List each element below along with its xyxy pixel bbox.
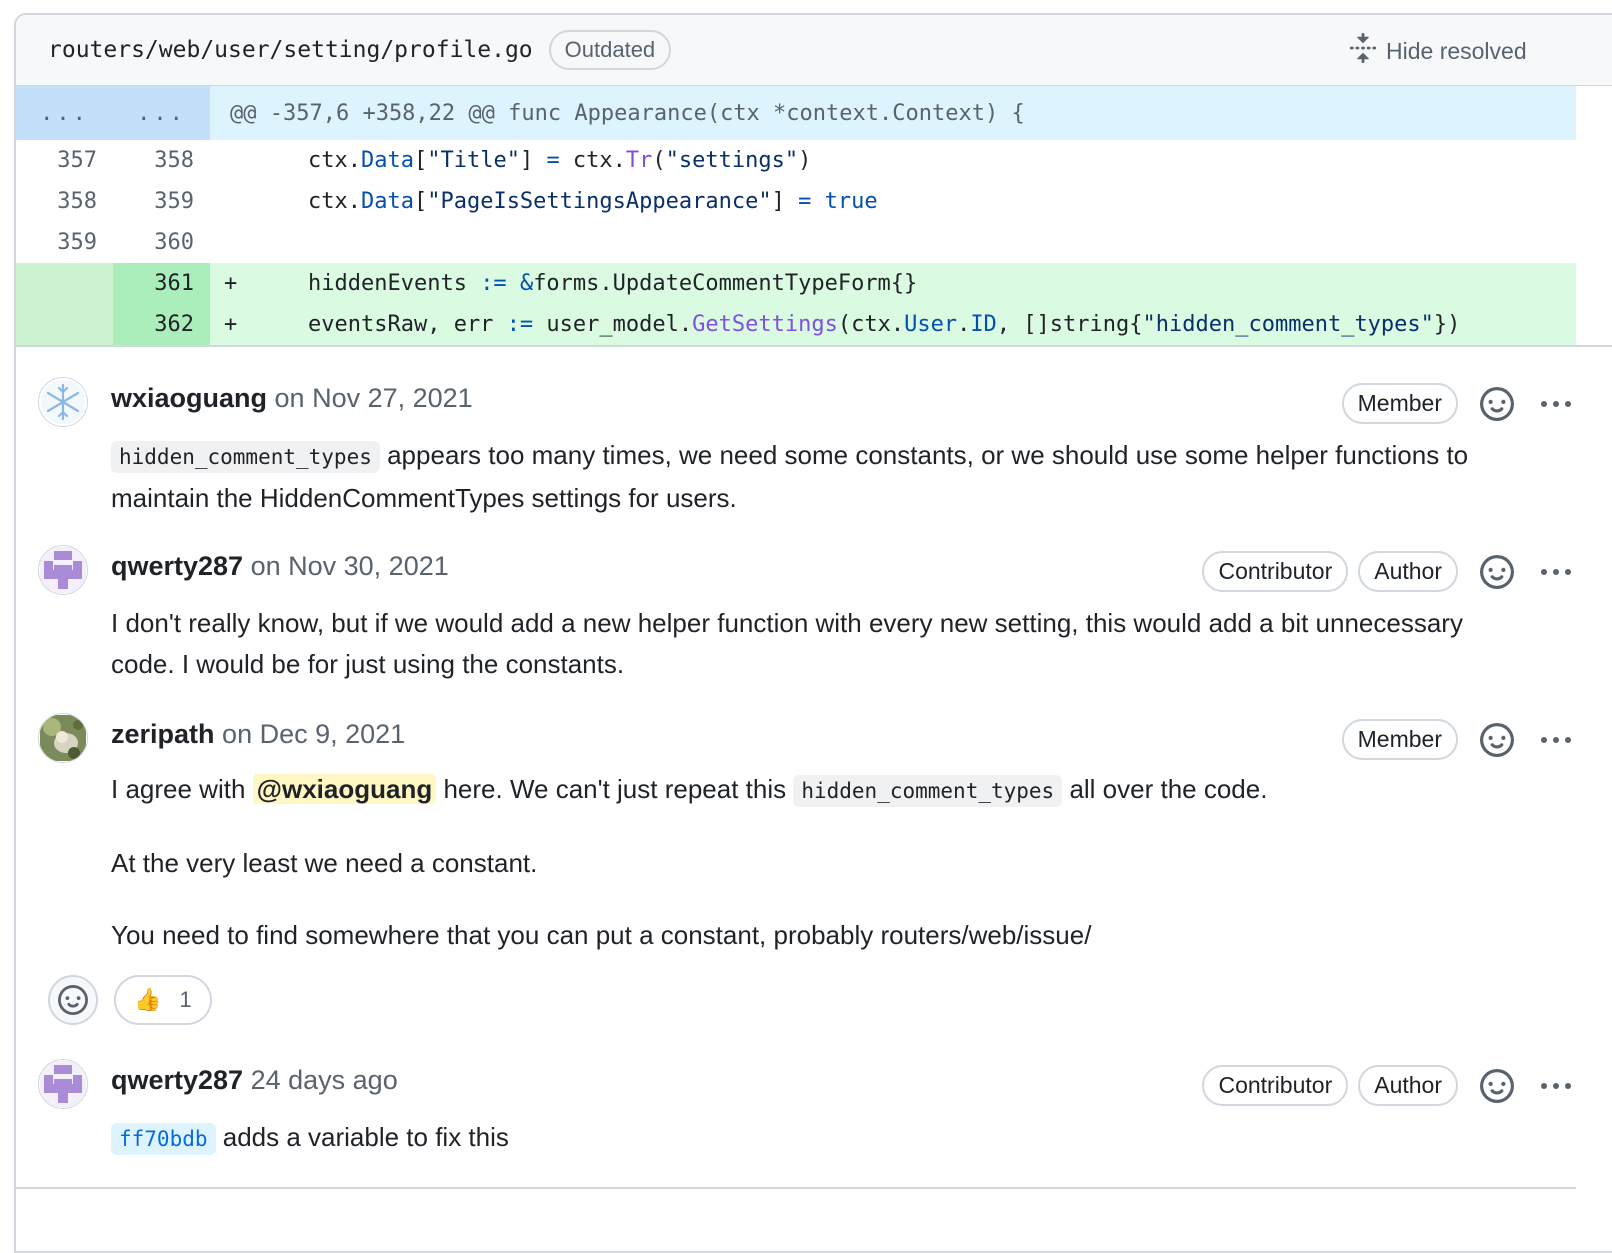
author-badge: Author bbox=[1358, 551, 1458, 592]
comment-actions: Contributor Author bbox=[1192, 1065, 1576, 1106]
comment-text: here. We can't just repeat this bbox=[436, 774, 794, 804]
review-thread: routers/web/user/setting/profile.go Outd… bbox=[14, 13, 1612, 1253]
author-name[interactable]: qwerty287 bbox=[111, 551, 243, 581]
diff-line: 357 358 ctx.Data["Title"] = ctx.Tr("sett… bbox=[16, 140, 1576, 181]
diff-marker: + bbox=[210, 304, 254, 345]
outdated-badge: Outdated bbox=[548, 30, 672, 70]
member-badge: Member bbox=[1341, 383, 1458, 424]
old-line-number[interactable]: 358 bbox=[16, 181, 113, 222]
author-badge: Author bbox=[1358, 1065, 1458, 1106]
old-line-number[interactable] bbox=[16, 304, 113, 345]
comment-header: zeripath on Dec 9, 2021 bbox=[111, 719, 405, 750]
comment-date[interactable]: on Nov 27, 2021 bbox=[275, 383, 473, 413]
smiley-icon[interactable] bbox=[1480, 722, 1514, 757]
code-line: eventsRaw, err := user_model.GetSettings… bbox=[254, 304, 1576, 345]
comment-header: qwerty287 on Nov 30, 2021 bbox=[111, 551, 449, 582]
identicon-avatar-icon bbox=[40, 547, 86, 593]
comment-text: all over the code. bbox=[1062, 774, 1268, 804]
diff-marker bbox=[210, 222, 254, 263]
thumbs-up-icon: 👍 bbox=[134, 987, 162, 1012]
avatar[interactable] bbox=[38, 545, 88, 595]
comment-header: wxiaoguang on Nov 27, 2021 bbox=[111, 383, 473, 414]
identicon-avatar-icon bbox=[40, 1061, 86, 1107]
comment-text: I don't really know, but if we would add… bbox=[111, 608, 1463, 679]
diff-table: ... ... @@ -357,6 +358,22 @@ func Appear… bbox=[16, 86, 1576, 345]
hunk-header-row: ... ... @@ -357,6 +358,22 @@ func Appear… bbox=[16, 86, 1576, 140]
hunk-header: @@ -357,6 +358,22 @@ func Appearance(ctx… bbox=[210, 86, 1576, 140]
avatar[interactable] bbox=[38, 1059, 88, 1109]
expand-up-button[interactable]: ... bbox=[16, 86, 113, 140]
comment-date[interactable]: 24 days ago bbox=[251, 1065, 398, 1095]
comment-text: adds a variable to fix this bbox=[215, 1122, 509, 1152]
author-name[interactable]: qwerty287 bbox=[111, 1065, 243, 1095]
smiley-icon[interactable] bbox=[1480, 386, 1514, 421]
file-path[interactable]: routers/web/user/setting/profile.go bbox=[48, 37, 533, 63]
diff-marker bbox=[210, 140, 254, 181]
kebab-horizontal-icon[interactable] bbox=[1536, 723, 1576, 757]
diff-line: 359 360 bbox=[16, 222, 1576, 263]
diff-divider bbox=[16, 345, 1612, 347]
comment-paragraph: At the very least we need a constant. bbox=[111, 848, 538, 878]
comment-body: hidden_comment_types appears too many ti… bbox=[111, 435, 1491, 519]
contributor-badge: Contributor bbox=[1202, 1065, 1349, 1106]
avatar[interactable] bbox=[38, 377, 88, 427]
author-name[interactable]: zeripath bbox=[111, 719, 215, 749]
old-line-number[interactable] bbox=[16, 263, 113, 304]
code-line: ctx.Data["Title"] = ctx.Tr("settings") bbox=[308, 148, 812, 173]
code-line: hiddenEvents := &forms.UpdateCommentType… bbox=[254, 263, 1576, 304]
avatar[interactable] bbox=[38, 713, 88, 763]
smiley-icon bbox=[58, 985, 88, 1015]
smiley-icon[interactable] bbox=[1480, 554, 1514, 589]
new-line-number[interactable]: 358 bbox=[113, 140, 210, 181]
diff-line: 358 359 ctx.Data["PageIsSettingsAppearan… bbox=[16, 181, 1576, 222]
code-line: ctx.Data["PageIsSettingsAppearance"] = t… bbox=[308, 189, 878, 214]
new-line-number[interactable]: 360 bbox=[113, 222, 210, 263]
comment-body: I don't really know, but if we would add… bbox=[111, 603, 1491, 685]
file-header: routers/web/user/setting/profile.go Outd… bbox=[16, 15, 1612, 86]
comment-body: I agree with @wxiaoguang here. We can't … bbox=[111, 769, 1491, 956]
diff-marker: + bbox=[210, 263, 254, 304]
new-line-number[interactable]: 362 bbox=[113, 304, 210, 345]
member-badge: Member bbox=[1341, 719, 1458, 760]
kebab-horizontal-icon[interactable] bbox=[1536, 1069, 1576, 1103]
new-line-number[interactable]: 359 bbox=[113, 181, 210, 222]
reaction-count: 1 bbox=[179, 987, 192, 1012]
comment-date[interactable]: on Dec 9, 2021 bbox=[222, 719, 405, 749]
comment-paragraph: You need to find somewhere that you can … bbox=[111, 920, 1092, 950]
comment-actions: Member bbox=[1332, 383, 1576, 424]
kebab-horizontal-icon[interactable] bbox=[1536, 387, 1576, 421]
kebab-horizontal-icon[interactable] bbox=[1536, 555, 1576, 589]
comment-date[interactable]: on Nov 30, 2021 bbox=[251, 551, 449, 581]
new-line-number[interactable]: 361 bbox=[113, 263, 210, 304]
user-mention[interactable]: @wxiaoguang bbox=[252, 774, 437, 804]
fold-icon bbox=[1348, 33, 1386, 69]
comment-actions: Contributor Author bbox=[1192, 551, 1576, 592]
diff-line-added: 361 + hiddenEvents := &forms.UpdateComme… bbox=[16, 263, 1576, 304]
hide-resolved-button[interactable]: Hide resolved bbox=[1348, 33, 1527, 69]
comment-body: ff70bdb adds a variable to fix this bbox=[111, 1117, 1491, 1160]
thumbs-up-reaction-button[interactable]: 👍 1 bbox=[114, 975, 212, 1025]
contributor-badge: Contributor bbox=[1202, 551, 1349, 592]
reactions-bar: 👍 1 bbox=[48, 975, 212, 1025]
author-name[interactable]: wxiaoguang bbox=[111, 383, 267, 413]
diff-marker bbox=[210, 181, 254, 222]
comment-header: qwerty287 24 days ago bbox=[111, 1065, 398, 1096]
photo-avatar-icon bbox=[40, 715, 86, 761]
old-line-number[interactable]: 357 bbox=[16, 140, 113, 181]
code-line bbox=[254, 222, 1576, 263]
comment-text: I agree with bbox=[111, 774, 253, 804]
add-reaction-button[interactable] bbox=[48, 975, 98, 1025]
diff-line-added: 362 + eventsRaw, err := user_model.GetSe… bbox=[16, 304, 1576, 345]
hide-resolved-label: Hide resolved bbox=[1386, 37, 1527, 64]
expand-down-button[interactable]: ... bbox=[113, 86, 210, 140]
thread-footer-divider bbox=[16, 1187, 1576, 1189]
snowflake-avatar-icon bbox=[41, 380, 85, 424]
comment-actions: Member bbox=[1332, 719, 1576, 760]
smiley-icon[interactable] bbox=[1480, 1068, 1514, 1103]
inline-code: hidden_comment_types bbox=[793, 775, 1063, 807]
commit-sha-link[interactable]: ff70bdb bbox=[111, 1123, 216, 1155]
inline-code: hidden_comment_types bbox=[111, 441, 380, 473]
old-line-number[interactable]: 359 bbox=[16, 222, 113, 263]
